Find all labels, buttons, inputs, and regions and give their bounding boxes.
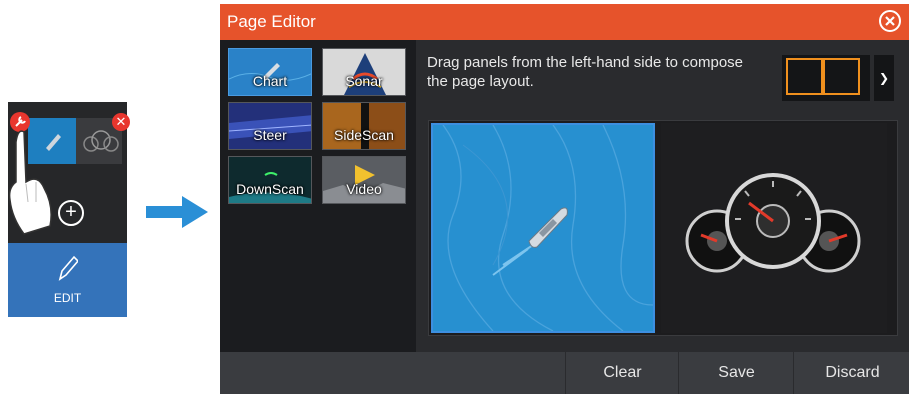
panel-label: Steer [253,127,287,143]
add-page-button[interactable]: + [58,200,84,226]
panel-tile-chart[interactable]: Chart [228,48,312,96]
dialog-button-bar: Clear Save Discard [220,352,909,394]
panel-label: Chart [252,73,288,89]
edit-button[interactable]: EDIT [8,243,127,317]
chevron-down-icon[interactable]: ❯ [874,55,894,101]
save-button[interactable]: Save [678,352,794,394]
panel-label: Video [346,181,382,197]
panel-list: Chart Sonar Steer SideScan DownScan Vide… [220,40,416,352]
panel-tile-sonar[interactable]: Sonar [322,48,406,96]
title-bar: Page Editor [220,4,909,40]
panel-tile-steer[interactable]: Steer [228,102,312,150]
panel-tile-downscan[interactable]: DownScan [228,156,312,204]
panel-label: Sonar [345,73,383,89]
layout-selector[interactable] [782,55,870,101]
arrow-right-icon [146,196,208,228]
chart-map-icon [442,125,653,331]
close-icon[interactable] [878,9,902,33]
chart-panel-slot[interactable] [431,123,655,333]
pencil-icon [58,255,78,281]
discard-button[interactable]: Discard [793,352,909,394]
clear-button[interactable]: Clear [565,352,679,394]
instructions-text: Drag panels from the left-hand side to c… [427,54,744,90]
layout-split-right [823,58,860,95]
dialog-title: Page Editor [227,12,316,31]
panel-label: SideScan [334,127,394,143]
hand-pointer-icon [4,122,54,247]
instrument-panel-slot[interactable] [661,123,887,333]
panel-label: DownScan [236,181,304,197]
close-icon[interactable]: ✕ [112,113,130,131]
layout-area: Drag panels from the left-hand side to c… [416,40,909,352]
home-panel-thumbnail: ✕ + EDIT [8,102,130,317]
panel-tile-sidescan[interactable]: SideScan [322,102,406,150]
edit-label: EDIT [53,291,82,305]
gauge-cluster-icon [685,173,861,273]
page-editor-dialog: Page Editor Chart Sonar Steer SideScan D… [220,4,909,394]
layout-split-left [786,58,823,95]
page-layout-preview [428,120,898,336]
panel-tile-video[interactable]: Video [322,156,406,204]
